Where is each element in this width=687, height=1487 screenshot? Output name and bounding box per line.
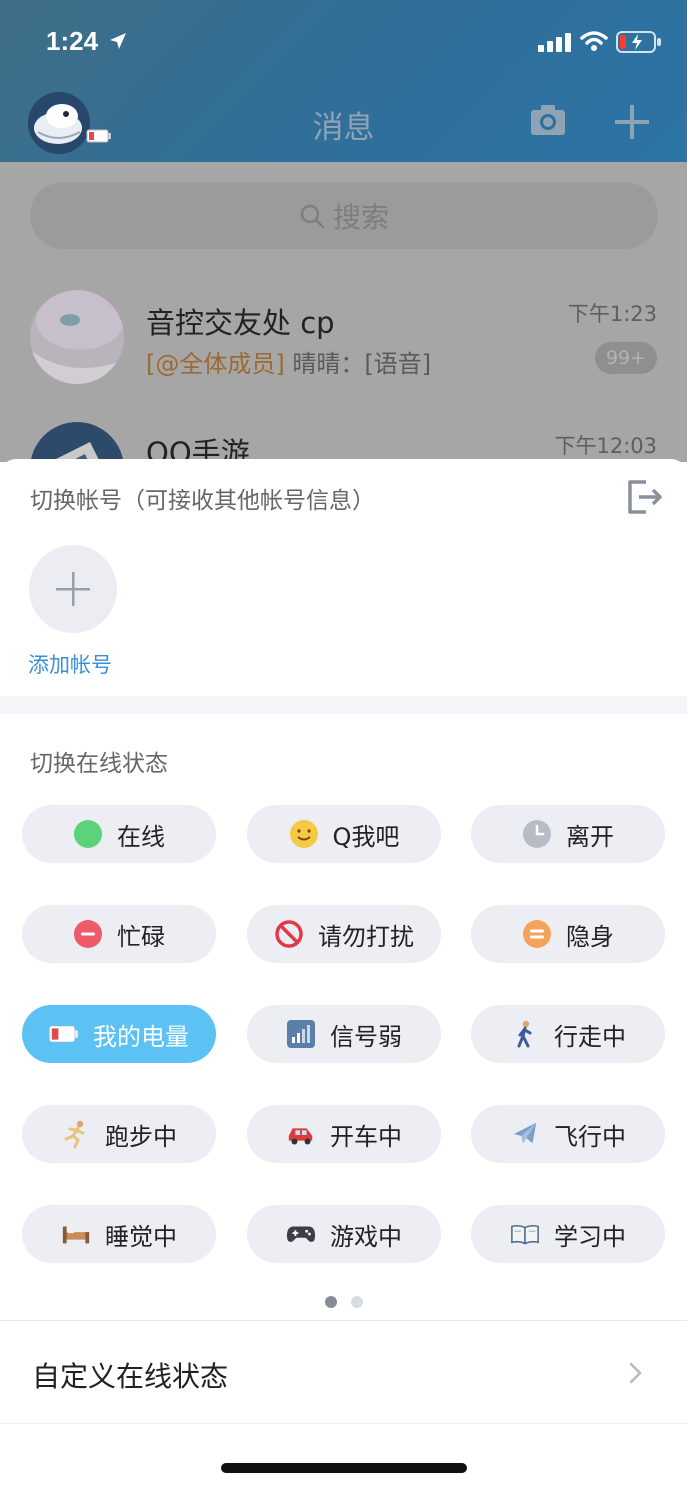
switch-status-title: 切换在线状态 — [30, 751, 168, 777]
header: 1:24 消息 — [0, 0, 687, 162]
status-label: 我的电量 — [93, 1022, 189, 1051]
page-title: 消息 — [312, 110, 375, 146]
airplane-icon — [510, 1119, 540, 1149]
status-sleeping-button[interactable]: 睡觉中 — [22, 1205, 216, 1263]
mention-tag: [@全体成员] — [146, 350, 285, 378]
status-label: 游戏中 — [330, 1222, 402, 1251]
chat-row[interactable]: 音控交友处 cp 下午1:23 [@全体成员] 晴晴：[语音] 99+ — [0, 286, 687, 416]
status-invisible-button[interactable]: 隐身 — [471, 905, 665, 963]
location-arrow-icon — [108, 31, 128, 55]
car-icon — [286, 1119, 316, 1149]
status-label: 忙碌 — [117, 922, 165, 951]
cellular-signal-icon — [538, 32, 572, 56]
status-online-button[interactable]: 在线 — [22, 805, 216, 863]
search-icon — [300, 204, 325, 228]
signal-icon — [286, 1019, 316, 1049]
status-label: 跑步中 — [105, 1122, 177, 1151]
status-studying-button[interactable]: 学习中 — [471, 1205, 665, 1263]
status-gaming-button[interactable]: 游戏中 — [247, 1205, 441, 1263]
status-label: 在线 — [117, 822, 165, 851]
status-label: 睡觉中 — [105, 1222, 177, 1251]
nav-bar: 消息 — [0, 84, 687, 162]
custom-status-label: 自定义在线状态 — [32, 1360, 229, 1393]
book-icon — [510, 1219, 540, 1249]
status-qme-button[interactable]: Q我吧 — [247, 805, 441, 863]
status-bar: 1:24 — [0, 0, 687, 84]
busy-icon — [73, 919, 103, 949]
page-dot[interactable] — [350, 1296, 363, 1308]
status-dnd-button[interactable]: 请勿打扰 — [247, 905, 441, 963]
add-account-button[interactable] — [29, 545, 117, 633]
conversation-list: 搜索 音控交友处 cp 下午1:23 [@全体成员] 晴晴：[语音] 99+ Q… — [0, 162, 687, 516]
chat-preview: [@全体成员] 晴晴：[语音] — [146, 344, 431, 379]
page-indicator — [0, 1293, 687, 1312]
search-bar[interactable]: 搜索 — [30, 182, 658, 249]
custom-status-row[interactable]: 自定义在线状态 — [0, 1321, 687, 1423]
chat-avatar — [30, 290, 124, 384]
page-dot-active[interactable] — [324, 1296, 337, 1308]
add-account-label[interactable]: 添加帐号 — [28, 649, 112, 679]
status-label: 开车中 — [330, 1122, 402, 1151]
account-status-sheet: 切换帐号（可接收其他帐号信息） 添加帐号 切换在线状态 在线 Q我吧 离开 忙碌… — [0, 459, 687, 1487]
status-label: 信号弱 — [330, 1022, 402, 1051]
status-running-button[interactable]: 跑步中 — [22, 1105, 216, 1163]
status-label: 隐身 — [566, 922, 614, 951]
plus-icon — [53, 569, 93, 613]
status-label: 学习中 — [554, 1222, 626, 1251]
divider — [0, 1423, 687, 1424]
chat-time: 下午1:23 — [567, 302, 657, 326]
chat-name: 音控交友处 cp — [146, 306, 335, 340]
running-icon — [61, 1119, 91, 1149]
status-flying-button[interactable]: 飞行中 — [471, 1105, 665, 1163]
battery-icon — [49, 1019, 79, 1049]
do-not-disturb-icon — [274, 919, 304, 949]
preview-text: 晴晴：[语音] — [292, 350, 432, 378]
smile-icon — [289, 819, 319, 849]
chevron-right-icon — [628, 1361, 644, 1389]
clock-icon — [522, 819, 552, 849]
status-label: 请勿打扰 — [318, 922, 414, 951]
status-label: 飞行中 — [554, 1122, 626, 1151]
unread-badge: 99+ — [595, 342, 657, 374]
status-time: 1:24 — [46, 26, 99, 56]
switch-account-title: 切换帐号（可接收其他帐号信息） — [30, 488, 375, 514]
gamepad-icon — [286, 1219, 316, 1249]
camera-icon[interactable] — [530, 104, 566, 140]
invisible-icon — [522, 919, 552, 949]
home-indicator[interactable] — [221, 1463, 467, 1473]
status-label: Q我吧 — [332, 822, 400, 851]
status-driving-button[interactable]: 开车中 — [247, 1105, 441, 1163]
status-battery-button[interactable]: 我的电量 — [22, 1005, 216, 1063]
add-plus-icon[interactable] — [614, 104, 650, 144]
status-weak-signal-button[interactable]: 信号弱 — [247, 1005, 441, 1063]
bed-icon — [61, 1219, 91, 1249]
status-label: 行走中 — [554, 1022, 626, 1051]
section-separator — [0, 696, 687, 714]
search-placeholder: 搜索 — [332, 200, 389, 234]
status-busy-button[interactable]: 忙碌 — [22, 905, 216, 963]
green-dot-icon — [73, 819, 103, 849]
walking-icon — [510, 1019, 540, 1049]
chat-time: 下午12:03 — [554, 434, 657, 458]
status-away-button[interactable]: 离开 — [471, 805, 665, 863]
logout-icon[interactable] — [626, 479, 664, 519]
battery-low-icon — [616, 30, 662, 58]
wifi-icon — [580, 30, 608, 56]
status-label: 离开 — [566, 822, 614, 851]
status-walking-button[interactable]: 行走中 — [471, 1005, 665, 1063]
